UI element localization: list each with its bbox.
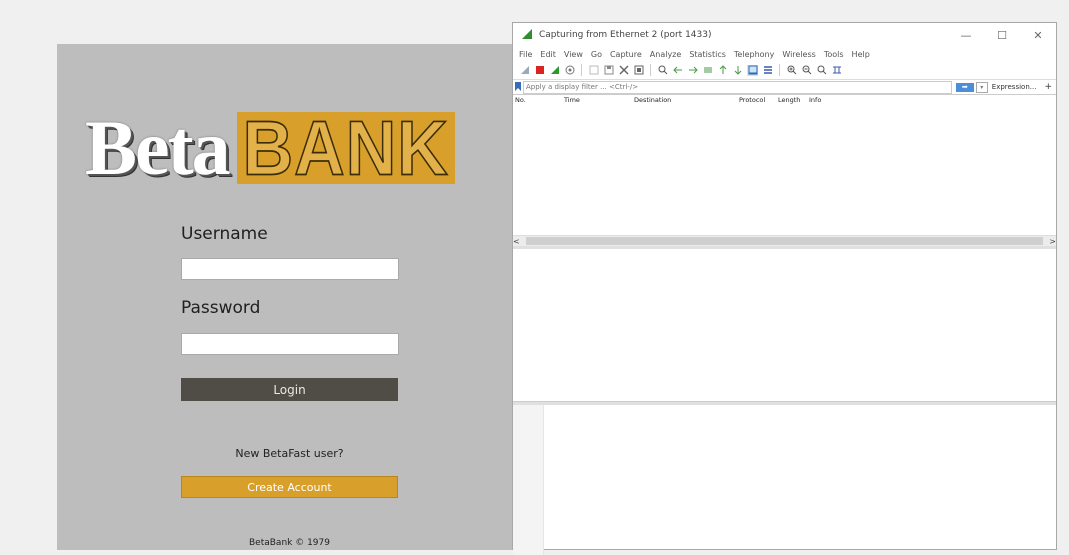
find-packet-icon[interactable] xyxy=(657,65,668,76)
new-user-text: New BetaFast user? xyxy=(235,447,344,460)
start-capture-icon[interactable] xyxy=(519,65,530,76)
column-protocol[interactable]: Protocol xyxy=(739,96,765,104)
betabank-logo: Beta BANK xyxy=(85,104,455,191)
autoscroll-icon[interactable] xyxy=(747,64,758,76)
zoom-out-icon[interactable] xyxy=(801,65,812,76)
menu-tools[interactable]: Tools xyxy=(824,50,844,59)
bytes-offset-gutter xyxy=(513,405,544,555)
expression-button[interactable]: Expression... xyxy=(992,83,1037,91)
logo-bank-box: BANK xyxy=(236,105,455,191)
menu-wireless[interactable]: Wireless xyxy=(782,50,815,59)
first-packet-icon[interactable] xyxy=(717,65,728,76)
maximize-button[interactable]: ☐ xyxy=(984,29,1020,42)
restart-capture-icon[interactable] xyxy=(549,65,560,76)
go-back-icon[interactable] xyxy=(672,65,683,76)
menu-statistics[interactable]: Statistics xyxy=(689,50,726,59)
horizontal-scrollbar[interactable]: < > xyxy=(513,235,1056,246)
column-destination[interactable]: Destination xyxy=(634,96,671,104)
toolbar-separator xyxy=(650,64,651,76)
stop-capture-icon[interactable] xyxy=(534,65,545,76)
create-account-button[interactable]: Create Account xyxy=(181,476,398,498)
minimize-button[interactable]: — xyxy=(948,29,984,42)
open-file-icon[interactable] xyxy=(588,65,599,76)
colorize-icon[interactable] xyxy=(762,65,773,76)
copyright-footer: BetaBank © 1979 xyxy=(249,538,330,548)
betabank-login-panel: Beta BANK Username Password Login New Be… xyxy=(57,44,517,550)
login-button[interactable]: Login xyxy=(181,378,398,401)
toolbar-separator xyxy=(581,64,582,76)
column-no[interactable]: No. xyxy=(515,96,526,104)
title-bar: Capturing from Ethernet 2 (port 1433) — … xyxy=(513,23,1056,47)
menu-capture[interactable]: Capture xyxy=(610,50,642,59)
username-input[interactable] xyxy=(181,258,399,280)
menu-analyze[interactable]: Analyze xyxy=(650,50,682,59)
reload-file-icon[interactable] xyxy=(633,65,644,76)
wireshark-fin-icon xyxy=(521,28,533,43)
zoom-in-icon[interactable] xyxy=(786,65,797,76)
toolbar-separator xyxy=(779,64,780,76)
packet-details-pane[interactable] xyxy=(513,246,1056,402)
menu-file[interactable]: File xyxy=(519,50,532,59)
menu-bar: File Edit View Go Capture Analyze Statis… xyxy=(513,47,1056,61)
go-forward-icon[interactable] xyxy=(687,65,698,76)
display-filter-bar: Apply a display filter ... <Ctrl-/> ➡ ▾ … xyxy=(513,80,1056,95)
scroll-right-icon[interactable]: > xyxy=(1049,237,1056,246)
wireshark-window: Capturing from Ethernet 2 (port 1433) — … xyxy=(512,22,1057,555)
filter-dropdown-icon[interactable]: ▾ xyxy=(975,81,988,93)
main-toolbar xyxy=(513,61,1056,80)
close-button[interactable]: ✕ xyxy=(1020,29,1056,42)
go-to-packet-icon[interactable] xyxy=(702,65,713,76)
window-title: Capturing from Ethernet 2 (port 1433) xyxy=(539,30,712,40)
apply-filter-arrow-icon[interactable]: ➡ xyxy=(955,82,974,92)
password-input[interactable] xyxy=(181,333,399,355)
packet-bytes-pane[interactable] xyxy=(513,402,1056,555)
menu-telephony[interactable]: Telephony xyxy=(734,50,774,59)
add-filter-button[interactable]: + xyxy=(1044,82,1052,92)
menu-view[interactable]: View xyxy=(564,50,583,59)
last-packet-icon[interactable] xyxy=(732,65,743,76)
scroll-thumb[interactable] xyxy=(525,237,1044,245)
bookmark-icon[interactable] xyxy=(515,81,521,93)
filter-placeholder: Apply a display filter ... <Ctrl-/> xyxy=(526,83,639,91)
username-label: Username xyxy=(181,224,268,244)
menu-edit[interactable]: Edit xyxy=(540,50,556,59)
menu-go[interactable]: Go xyxy=(591,50,602,59)
column-length[interactable]: Length xyxy=(778,96,800,104)
packet-list-header: No. Time Destination Protocol Length Inf… xyxy=(513,95,1056,105)
capture-options-icon[interactable] xyxy=(564,65,575,76)
display-filter-input[interactable]: Apply a display filter ... <Ctrl-/> xyxy=(523,80,952,94)
normal-size-icon[interactable] xyxy=(816,65,827,76)
close-file-icon[interactable] xyxy=(618,65,629,76)
save-file-icon[interactable] xyxy=(603,65,614,76)
menu-help[interactable]: Help xyxy=(852,50,870,59)
logo-beta-text: Beta xyxy=(85,104,231,191)
packet-list-pane[interactable] xyxy=(513,105,1056,235)
column-time[interactable]: Time xyxy=(564,96,580,104)
column-info[interactable]: Info xyxy=(809,96,821,104)
scroll-left-icon[interactable]: < xyxy=(513,237,520,246)
logo-bank-text: BANK xyxy=(242,105,449,191)
resize-columns-icon[interactable] xyxy=(831,65,842,76)
password-label: Password xyxy=(181,298,261,318)
